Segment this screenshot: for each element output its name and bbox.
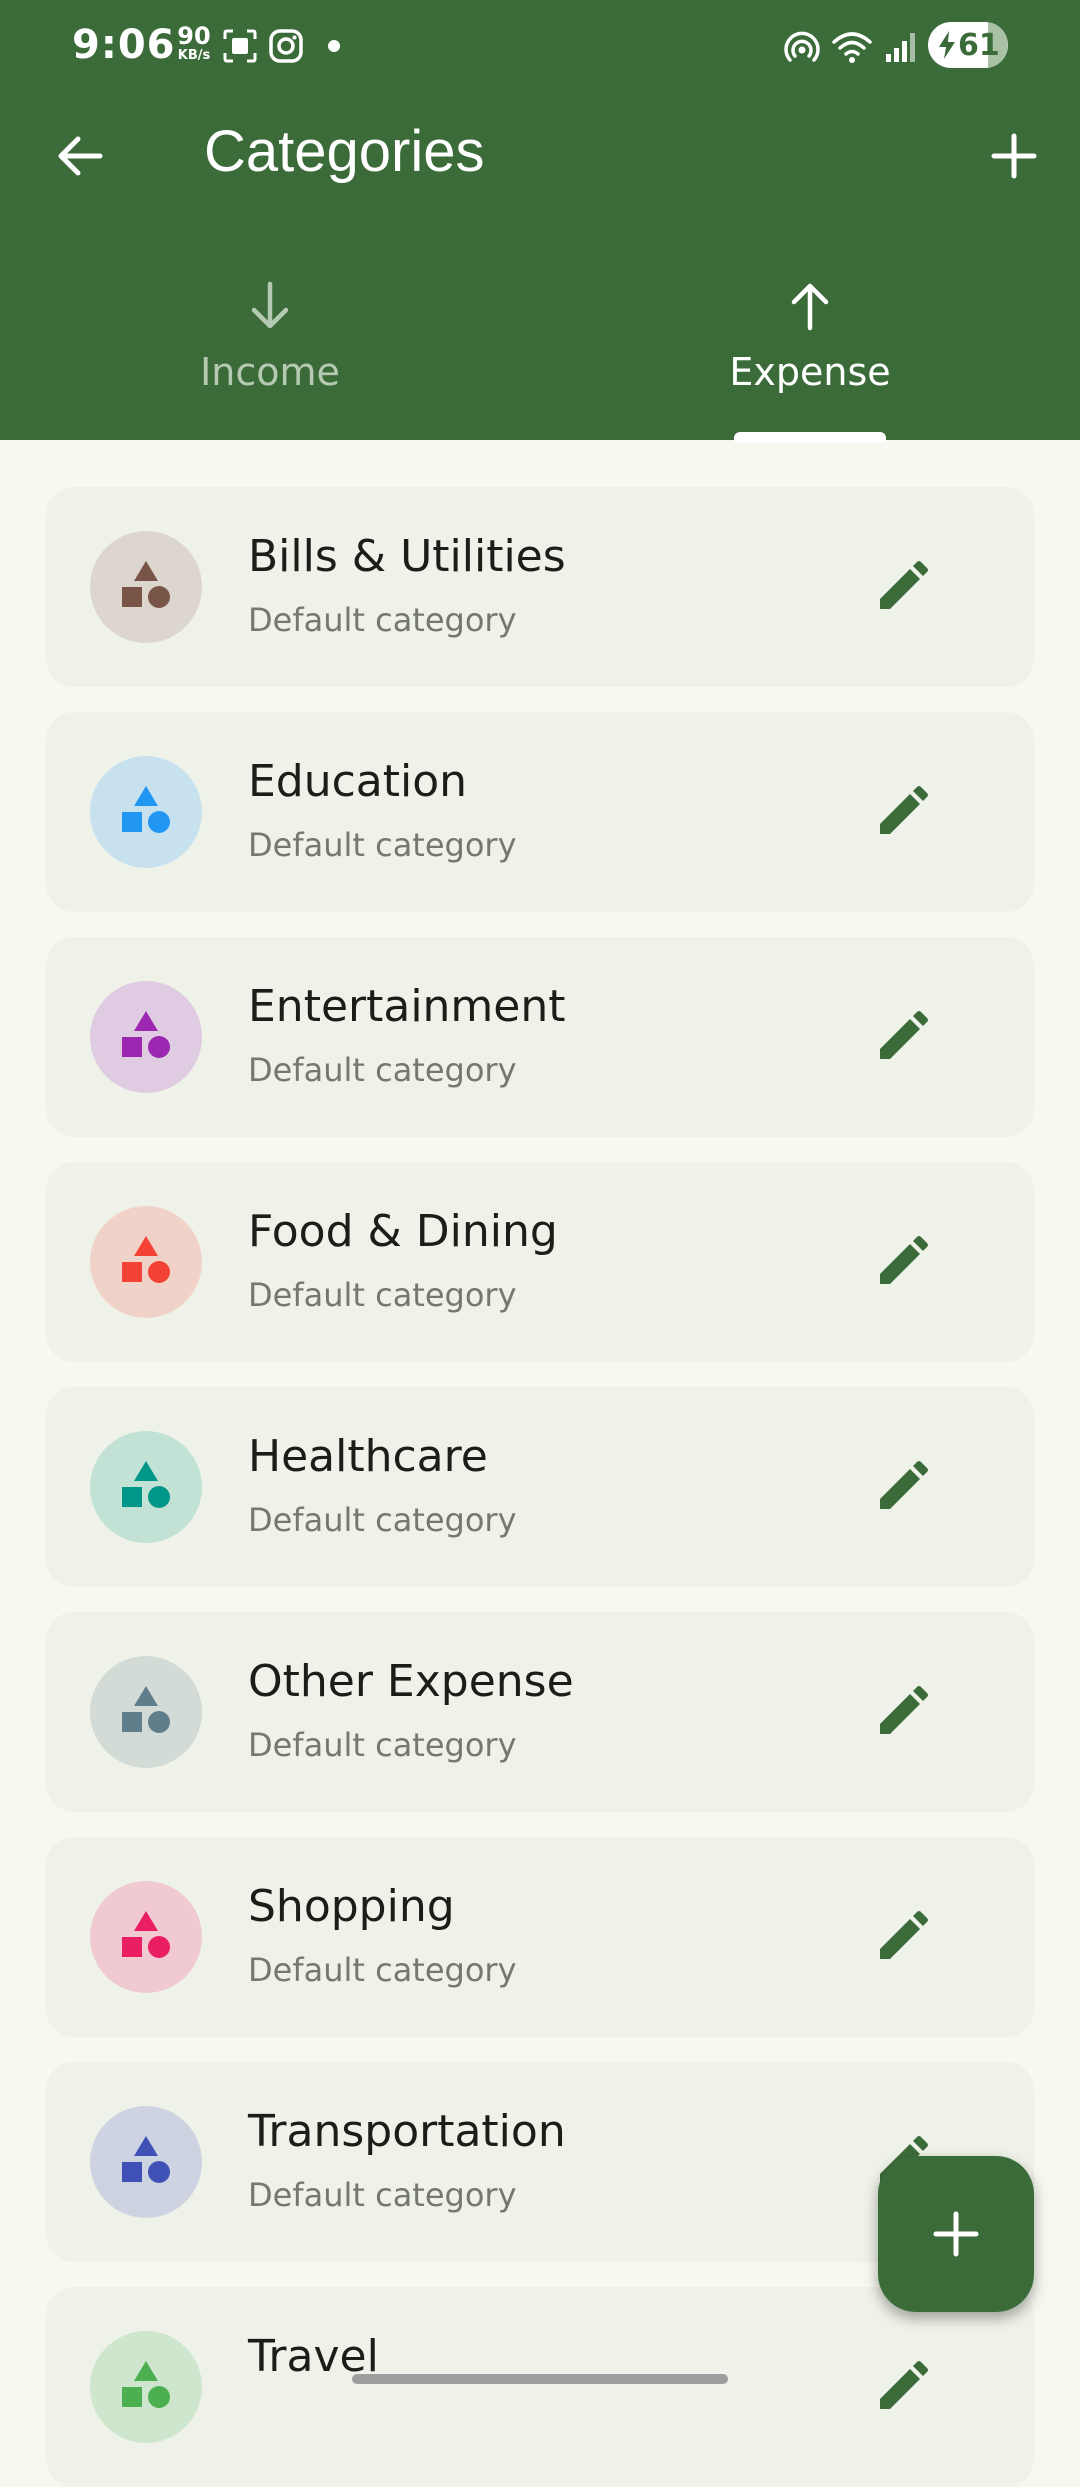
tab-expense-label: Expense [729, 350, 891, 394]
category-subtitle: Default category [248, 1501, 517, 1539]
edit-button[interactable] [866, 776, 938, 848]
screenshot-icon [223, 29, 257, 63]
edit-button[interactable] [866, 551, 938, 623]
pencil-icon [880, 1911, 928, 1959]
add-category-button[interactable] [984, 126, 1044, 186]
plus-icon [991, 133, 1037, 179]
category-item[interactable]: Healthcare Default category [46, 1387, 1034, 1587]
category-name: Bills & Utilities [248, 531, 566, 582]
category-avatar [90, 1881, 202, 1993]
tab-indicator [734, 432, 886, 442]
category-name: Food & Dining [248, 1206, 558, 1257]
shapes-icon [122, 1911, 170, 1958]
category-avatar [90, 1656, 202, 1768]
tab-income-label: Income [200, 350, 340, 394]
category-item[interactable]: Travel [46, 2287, 1034, 2487]
category-name: Transportation [248, 2106, 566, 2157]
shapes-icon [122, 1011, 170, 1058]
category-name: Entertainment [248, 981, 566, 1032]
shapes-icon [122, 1686, 170, 1733]
edit-button[interactable] [866, 1676, 938, 1748]
shapes-icon [122, 2136, 170, 2183]
pencil-icon [880, 1011, 928, 1059]
pencil-icon [880, 2361, 928, 2409]
category-avatar [90, 531, 202, 643]
instagram-icon [269, 29, 303, 63]
category-item[interactable]: Shopping Default category [46, 1837, 1034, 2037]
category-avatar [90, 756, 202, 868]
gesture-home-bar[interactable] [352, 2374, 728, 2384]
category-name: Other Expense [248, 1656, 574, 1707]
status-time: 9:06 [72, 22, 176, 68]
charging-icon [939, 31, 955, 59]
category-avatar [90, 1431, 202, 1543]
shapes-icon [122, 1236, 170, 1283]
edit-button[interactable] [866, 2351, 938, 2423]
category-subtitle: Default category [248, 1276, 517, 1314]
edit-button[interactable] [866, 1901, 938, 1973]
category-item[interactable]: Other Expense Default category [46, 1612, 1034, 1812]
pencil-icon [880, 561, 928, 609]
signal-icon [886, 33, 915, 62]
category-name: Shopping [248, 1881, 455, 1932]
pencil-icon [880, 1236, 928, 1284]
tab-expense[interactable]: Expense [540, 270, 1080, 440]
page-title: Categories [204, 119, 485, 184]
battery-level: 61 [958, 28, 1000, 63]
category-subtitle: Default category [248, 601, 517, 639]
shapes-icon [122, 786, 170, 833]
category-subtitle: Default category [248, 1726, 517, 1764]
network-speed-unit: KB/s [177, 48, 211, 63]
arrow-left-icon [58, 136, 103, 176]
category-avatar [90, 1206, 202, 1318]
category-item[interactable]: Education Default category [46, 712, 1034, 912]
tab-income[interactable]: Income [0, 270, 540, 440]
category-name: Healthcare [248, 1431, 488, 1482]
add-category-fab[interactable] [878, 2156, 1034, 2312]
edit-button[interactable] [866, 1451, 938, 1523]
arrow-up-icon [791, 283, 829, 331]
category-subtitle: Default category [248, 826, 517, 864]
shapes-icon [122, 561, 170, 608]
shapes-icon [122, 1461, 170, 1508]
edit-button[interactable] [866, 1001, 938, 1073]
status-bar: 9:06 90 KB/s 61 [0, 0, 1080, 92]
category-item[interactable]: Entertainment Default category [46, 937, 1034, 1137]
category-item[interactable]: Bills & Utilities Default category [46, 487, 1034, 687]
category-item[interactable]: Food & Dining Default category [46, 1162, 1034, 1362]
category-subtitle: Default category [248, 1951, 517, 1989]
arrow-down-icon [251, 281, 289, 329]
edit-button[interactable] [866, 1226, 938, 1298]
category-subtitle: Default category [248, 2176, 517, 2214]
category-avatar [90, 2331, 202, 2443]
pencil-icon [880, 786, 928, 834]
category-name: Education [248, 756, 468, 807]
pencil-icon [880, 1461, 928, 1509]
back-button[interactable] [50, 126, 110, 186]
notification-dot [328, 40, 340, 52]
network-speed-value: 90 [177, 22, 211, 50]
shapes-icon [122, 2361, 170, 2408]
battery-indicator: 61 [928, 22, 1008, 68]
wifi-icon [832, 32, 872, 63]
category-subtitle: Default category [248, 1051, 517, 1089]
category-avatar [90, 2106, 202, 2218]
pencil-icon [880, 1686, 928, 1734]
category-avatar [90, 981, 202, 1093]
top-app-bar: 9:06 90 KB/s 61 Categories Income Expens… [0, 0, 1080, 442]
plus-icon [933, 2211, 979, 2257]
hotspot-icon [784, 31, 820, 62]
network-speed: 90 KB/s [172, 24, 216, 62]
